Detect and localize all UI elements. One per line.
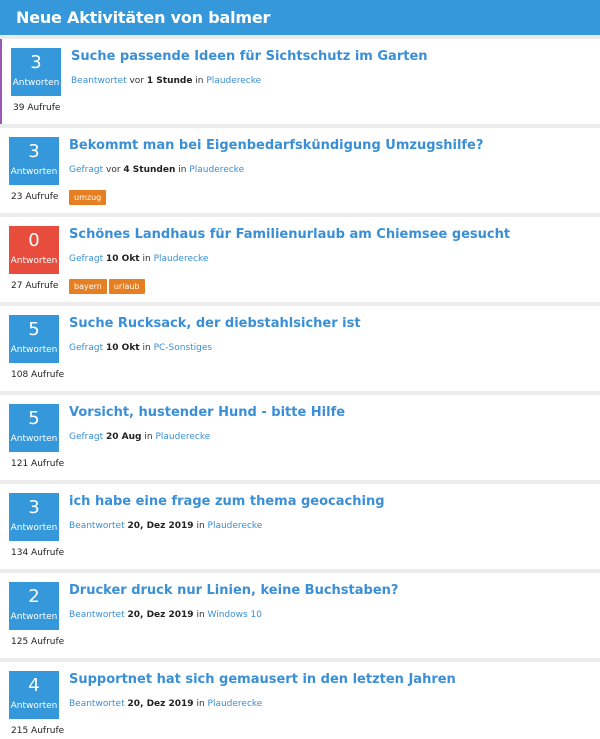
answer-count-label: Antworten bbox=[10, 345, 58, 355]
tag-list: bayern urlaub bbox=[69, 274, 147, 294]
question-title-link[interactable]: Bekommt man bei Eigenbedarfskündigung Um… bbox=[69, 138, 483, 153]
answer-count-label: Antworten bbox=[10, 523, 58, 533]
category-link[interactable]: Plauderecke bbox=[208, 699, 263, 709]
answer-count: 3 bbox=[30, 52, 42, 73]
tag-list: umzug bbox=[69, 185, 108, 205]
time-prefix: vor bbox=[103, 165, 124, 175]
activity-time: 4 Stunden bbox=[123, 165, 176, 175]
activity-item: 0 Antworten 27 Aufrufe Schönes Landhaus … bbox=[0, 217, 600, 302]
time-prefix: vor bbox=[126, 76, 147, 86]
category-link[interactable]: Plauderecke bbox=[154, 254, 209, 264]
page-title: Neue Aktivitäten von balmer bbox=[16, 8, 271, 27]
activity-time: 10 Okt bbox=[106, 254, 140, 264]
question-title-link[interactable]: Drucker druck nur Linien, keine Buchstab… bbox=[69, 583, 398, 598]
question-meta: Gefragt 10 Okt in Plauderecke bbox=[69, 254, 208, 264]
answer-count-badge[interactable]: 5 Antworten bbox=[9, 315, 59, 363]
activity-time: 20 Aug bbox=[106, 432, 142, 442]
view-count: 125 Aufrufe bbox=[11, 637, 65, 647]
question-meta: Gefragt 10 Okt in PC-Sonstiges bbox=[69, 343, 212, 353]
question-title-link[interactable]: Suche passende Ideen für Sichtschutz im … bbox=[71, 49, 428, 64]
activity-action-link[interactable]: Gefragt bbox=[69, 343, 103, 353]
question-meta: Beantwortet 20, Dez 2019 in Windows 10 bbox=[69, 610, 262, 620]
answer-count-label: Antworten bbox=[10, 612, 58, 622]
answer-count-badge[interactable]: 2 Antworten bbox=[9, 582, 59, 630]
answer-count-label: Antworten bbox=[10, 167, 58, 177]
in-text: in bbox=[139, 254, 154, 264]
in-text: in bbox=[141, 432, 156, 442]
page-header: Neue Aktivitäten von balmer bbox=[0, 0, 600, 35]
answer-count-badge[interactable]: 0 Antworten bbox=[9, 226, 59, 274]
view-count: 27 Aufrufe bbox=[11, 281, 59, 291]
category-link[interactable]: Plauderecke bbox=[208, 521, 263, 531]
question-title-link[interactable]: Supportnet hat sich gemausert in den let… bbox=[69, 672, 456, 687]
activity-action-link[interactable]: Gefragt bbox=[69, 254, 103, 264]
answer-count: 5 bbox=[28, 408, 40, 429]
question-title-link[interactable]: Suche Rucksack, der diebstahlsicher ist bbox=[69, 316, 361, 331]
question-meta: Beantwortet 20, Dez 2019 in Plauderecke bbox=[69, 699, 262, 709]
in-text: in bbox=[193, 610, 208, 620]
activity-action-link[interactable]: Beantwortet bbox=[69, 610, 125, 620]
activity-item: 4 Antworten 215 Aufrufe Supportnet hat s… bbox=[0, 662, 600, 739]
category-link[interactable]: Plauderecke bbox=[206, 76, 261, 86]
activity-action-link[interactable]: Beantwortet bbox=[71, 76, 127, 86]
activity-item: 5 Antworten 121 Aufrufe Vorsicht, husten… bbox=[0, 395, 600, 480]
category-link[interactable]: Plauderecke bbox=[189, 165, 244, 175]
answer-count-badge[interactable]: 4 Antworten bbox=[9, 671, 59, 719]
view-count: 134 Aufrufe bbox=[11, 548, 65, 558]
activity-action-link[interactable]: Beantwortet bbox=[69, 521, 125, 531]
category-link[interactable]: Windows 10 bbox=[208, 610, 263, 620]
activity-time: 20, Dez 2019 bbox=[127, 699, 194, 709]
question-meta: Gefragt 20 Aug in Plauderecke bbox=[69, 432, 210, 442]
view-count: 121 Aufrufe bbox=[11, 459, 65, 469]
in-text: in bbox=[175, 165, 190, 175]
activity-list: 3 Antworten 39 Aufrufe Suche passende Id… bbox=[0, 39, 600, 739]
view-count: 215 Aufrufe bbox=[11, 726, 65, 736]
activity-item: 3 Antworten 134 Aufrufe ich habe eine fr… bbox=[0, 484, 600, 569]
answer-count: 3 bbox=[28, 497, 40, 518]
in-text: in bbox=[193, 521, 208, 531]
in-text: in bbox=[193, 699, 208, 709]
answer-count-label: Antworten bbox=[12, 78, 60, 88]
view-count: 108 Aufrufe bbox=[11, 370, 65, 380]
activity-time: 1 Stunde bbox=[146, 76, 193, 86]
activity-item: 5 Antworten 108 Aufrufe Suche Rucksack, … bbox=[0, 306, 600, 391]
question-meta: Beantwortet vor 1 Stunde in Plauderecke bbox=[71, 76, 261, 86]
answer-count-badge[interactable]: 3 Antworten bbox=[9, 493, 59, 541]
view-count: 23 Aufrufe bbox=[11, 192, 59, 202]
answer-count-badge[interactable]: 5 Antworten bbox=[9, 404, 59, 452]
activity-action-link[interactable]: Gefragt bbox=[69, 165, 103, 175]
answer-count: 5 bbox=[28, 319, 40, 340]
question-meta: Beantwortet 20, Dez 2019 in Plauderecke bbox=[69, 521, 262, 531]
answer-count-label: Antworten bbox=[10, 701, 58, 711]
answer-count: 0 bbox=[28, 230, 40, 251]
answer-count: 3 bbox=[28, 141, 40, 162]
question-title-link[interactable]: Schönes Landhaus für Familienurlaub am C… bbox=[69, 227, 510, 242]
answer-count-label: Antworten bbox=[10, 434, 58, 444]
category-link[interactable]: Plauderecke bbox=[155, 432, 210, 442]
question-meta: Gefragt vor 4 Stunden in Plauderecke bbox=[69, 165, 244, 175]
activity-item: 3 Antworten 23 Aufrufe Bekommt man bei E… bbox=[0, 128, 600, 213]
activity-time: 20, Dez 2019 bbox=[127, 610, 194, 620]
activity-action-link[interactable]: Beantwortet bbox=[69, 699, 125, 709]
question-title-link[interactable]: ich habe eine frage zum thema geocaching bbox=[69, 494, 385, 509]
activity-item: 2 Antworten 125 Aufrufe Drucker druck nu… bbox=[0, 573, 600, 658]
question-title-link[interactable]: Vorsicht, hustender Hund - bitte Hilfe bbox=[69, 405, 345, 420]
answer-count: 2 bbox=[28, 586, 40, 607]
tag-umzug[interactable]: umzug bbox=[69, 190, 107, 205]
activity-time: 10 Okt bbox=[106, 343, 140, 353]
answer-count-badge[interactable]: 3 Antworten bbox=[9, 137, 59, 185]
in-text: in bbox=[192, 76, 207, 86]
in-text: in bbox=[139, 343, 154, 353]
tag-bayern[interactable]: bayern bbox=[69, 279, 107, 294]
view-count: 39 Aufrufe bbox=[13, 103, 61, 113]
answer-count-label: Antworten bbox=[10, 256, 58, 266]
activity-time: 20, Dez 2019 bbox=[127, 521, 194, 531]
answer-count: 4 bbox=[28, 675, 40, 696]
activity-action-link[interactable]: Gefragt bbox=[69, 432, 103, 442]
category-link[interactable]: PC-Sonstiges bbox=[154, 343, 213, 353]
answer-count-badge[interactable]: 3 Antworten bbox=[11, 48, 61, 96]
tag-urlaub[interactable]: urlaub bbox=[108, 279, 145, 294]
activity-item: 3 Antworten 39 Aufrufe Suche passende Id… bbox=[0, 39, 600, 124]
